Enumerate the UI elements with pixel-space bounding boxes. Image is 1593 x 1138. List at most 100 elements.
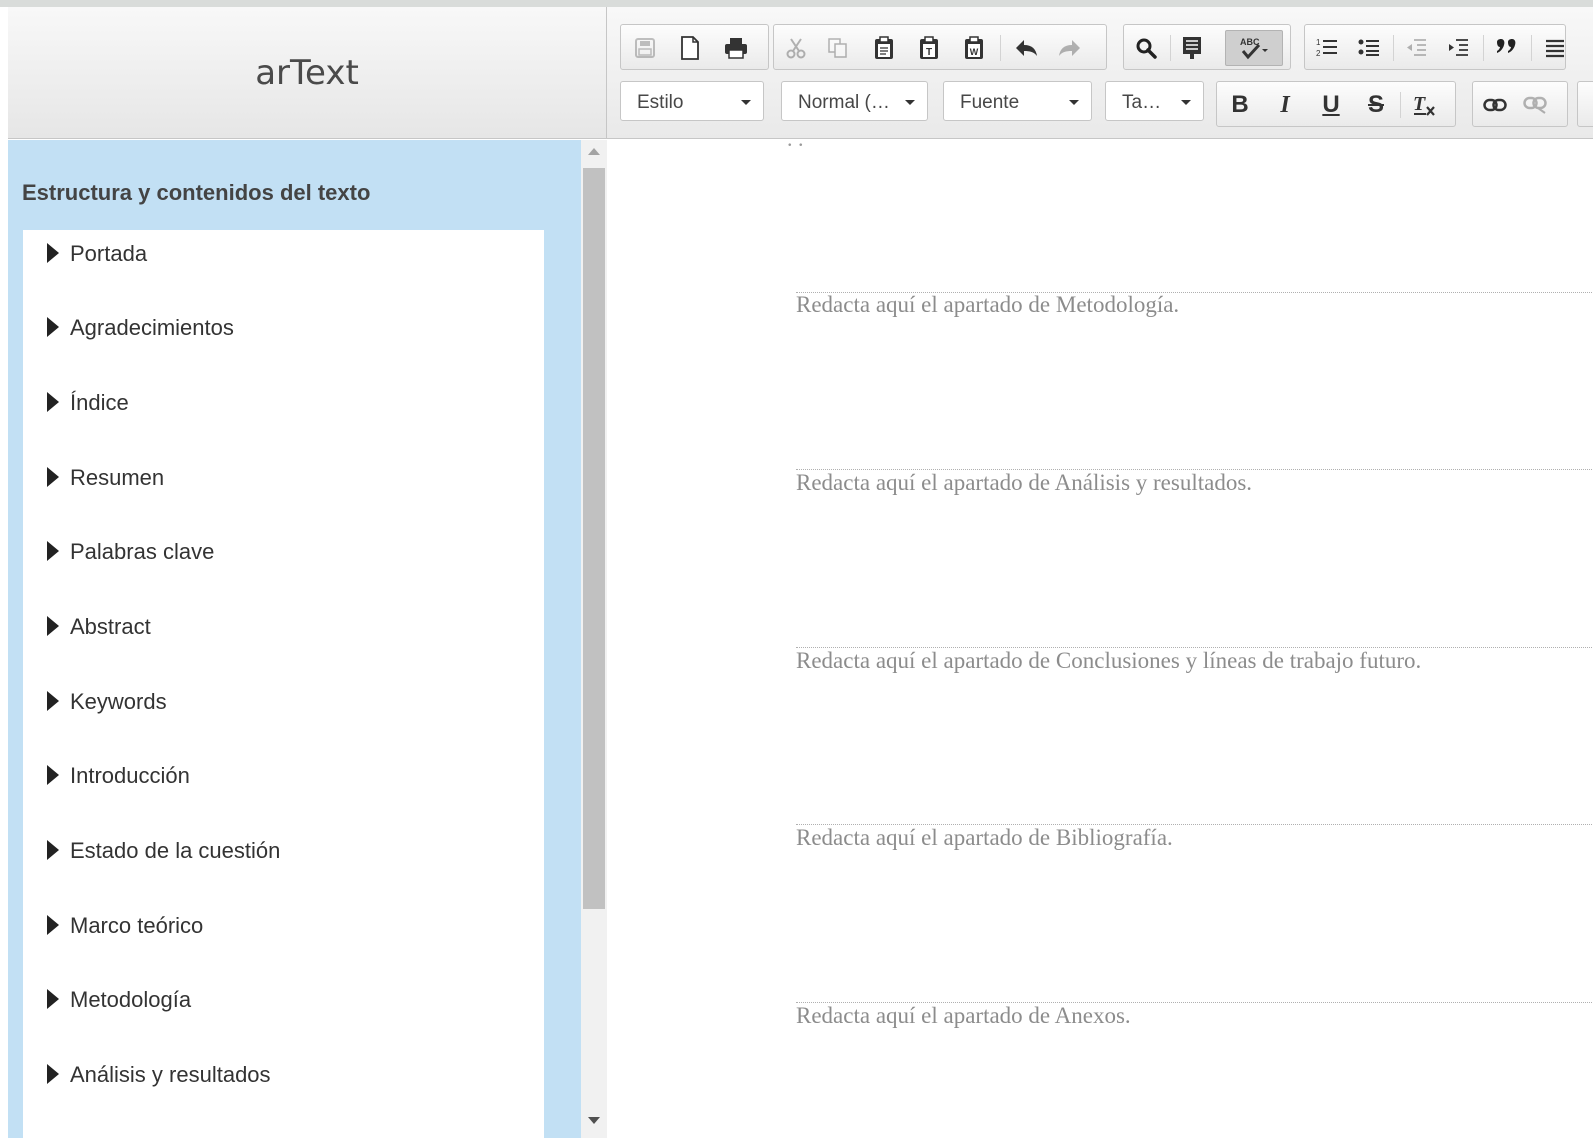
sidebar-item-metodologia[interactable]: Metodología: [23, 976, 544, 1026]
sidebar-item-label: Índice: [70, 390, 129, 415]
clipped-line: . .: [787, 140, 804, 152]
placeholder-bibliografia[interactable]: Redacta aquí el apartado de Bibliografía…: [796, 825, 1173, 851]
style-dropdown[interactable]: Estilo: [620, 81, 764, 121]
sidebar-item-analisis-resultados[interactable]: Análisis y resultados: [23, 1051, 544, 1101]
expand-triangle-icon: [47, 541, 59, 561]
toolbar-separator: [1000, 35, 1001, 61]
expand-triangle-icon: [47, 467, 59, 487]
sidebar-item-label: Marco teórico: [70, 913, 204, 938]
toolbar-group-document: [620, 24, 769, 70]
app-header: arText: [8, 7, 607, 139]
toolbar-group-clipboard: T W: [773, 24, 1107, 70]
format-dropdown-value: Normal (…: [798, 92, 890, 113]
italic-icon: I: [1280, 91, 1290, 118]
font-dropdown-value: Fuente: [960, 92, 1020, 113]
indent-icon[interactable]: [1444, 35, 1472, 61]
structure-sidebar: Estructura y contenidos del texto Portad…: [8, 140, 581, 1138]
style-dropdown-value: Estilo: [637, 92, 684, 113]
toolbar-separator: [1170, 35, 1171, 61]
sidebar-item-label: Agradecimientos: [70, 315, 234, 340]
paste-word-icon[interactable]: W: [960, 35, 988, 61]
toolbar-group-links: [1472, 81, 1568, 127]
sidebar-item-label: Abstract: [70, 614, 151, 639]
strikethrough-button[interactable]: S: [1362, 91, 1390, 118]
toolbar-separator: [1400, 92, 1401, 118]
chevron-down-icon: [905, 100, 915, 105]
format-dropdown[interactable]: Normal (…: [781, 81, 928, 121]
sidebar-item-label: Portada: [70, 241, 148, 266]
spellcheck-button[interactable]: ABC: [1225, 30, 1283, 66]
placeholder-anexos[interactable]: Redacta aquí el apartado de Anexos.: [796, 1003, 1131, 1029]
expand-triangle-icon: [47, 989, 59, 1009]
svg-text:T: T: [926, 47, 932, 58]
expand-triangle-icon: [47, 317, 59, 337]
sidebar-item-marco-teorico[interactable]: Marco teórico: [23, 902, 544, 952]
sidebar-item-abstract[interactable]: Abstract: [23, 603, 544, 653]
font-dropdown[interactable]: Fuente: [943, 81, 1092, 121]
sidebar-item-label: Keywords: [70, 689, 167, 714]
paste-icon[interactable]: [870, 35, 898, 61]
sidebar-item-label: Palabras clave: [70, 539, 215, 564]
unlink-icon[interactable]: [1521, 92, 1549, 118]
undo-icon[interactable]: [1012, 35, 1040, 61]
sidebar-item-portada[interactable]: Portada: [23, 230, 544, 280]
app-title: arText: [255, 52, 359, 93]
placeholder-conclusiones[interactable]: Redacta aquí el apartado de Conclusiones…: [796, 648, 1421, 674]
expand-triangle-icon: [47, 392, 59, 412]
save-icon[interactable]: [631, 35, 659, 61]
find-icon[interactable]: [1132, 35, 1160, 61]
scroll-thumb[interactable]: [583, 168, 605, 909]
remove-format-icon[interactable]: T: [1410, 92, 1438, 118]
outdent-icon[interactable]: [1402, 35, 1430, 61]
svg-text:T: T: [1413, 93, 1426, 115]
bulleted-list-icon[interactable]: [1355, 35, 1383, 61]
svg-text:1: 1: [1316, 38, 1321, 47]
sidebar-scrollbar[interactable]: [581, 140, 607, 1138]
blockquote-icon[interactable]: [1493, 35, 1521, 61]
placeholder-analisis[interactable]: Redacta aquí el apartado de Análisis y r…: [796, 470, 1252, 496]
sidebar-item-introduccion[interactable]: Introducción: [23, 752, 544, 802]
numbered-list-icon[interactable]: 12: [1313, 35, 1341, 61]
sidebar-item-palabras-clave[interactable]: Palabras clave: [23, 528, 544, 578]
expand-triangle-icon: [47, 691, 59, 711]
italic-button[interactable]: I: [1271, 92, 1299, 118]
link-icon[interactable]: [1481, 92, 1509, 118]
scroll-down-arrow-icon[interactable]: [588, 1117, 600, 1124]
paste-text-icon[interactable]: T: [915, 35, 943, 61]
redo-icon[interactable]: [1056, 35, 1084, 61]
sidebar-item-keywords[interactable]: Keywords: [23, 678, 544, 728]
sidebar-item-label: Metodología: [70, 987, 192, 1012]
sidebar-item-label: Análisis y resultados: [70, 1062, 271, 1087]
placeholder-metodologia[interactable]: Redacta aquí el apartado de Metodología.: [796, 292, 1179, 318]
scroll-up-arrow-icon[interactable]: [588, 148, 600, 155]
expand-triangle-icon: [47, 616, 59, 636]
align-icon[interactable]: [1541, 35, 1569, 61]
expand-triangle-icon: [47, 915, 59, 935]
svg-text:W: W: [970, 47, 979, 57]
editor-area[interactable]: . . Redacta aquí el apartado de Metodolo…: [607, 140, 1593, 1138]
sidebar-item-resumen[interactable]: Resumen: [23, 454, 544, 504]
sidebar-item-estado-cuestion[interactable]: Estado de la cuestión: [23, 827, 544, 877]
underline-icon: U: [1322, 91, 1340, 118]
strikethrough-icon: S: [1367, 91, 1384, 118]
sidebar-item-agradecimientos[interactable]: Agradecimientos: [23, 304, 544, 354]
sidebar-item-label: Estado de la cuestión: [70, 838, 281, 863]
copy-icon[interactable]: [824, 35, 852, 61]
sidebar-item-indice[interactable]: Índice: [23, 379, 544, 429]
svg-text:2: 2: [1316, 49, 1321, 58]
editor-toolbar: T W ABC 12 Estilo Normal (… Fuente Ta… B…: [607, 7, 1593, 139]
size-dropdown-value: Ta…: [1122, 92, 1162, 113]
select-all-icon[interactable]: [1178, 35, 1206, 61]
bold-button[interactable]: B: [1226, 91, 1254, 118]
size-dropdown[interactable]: Ta…: [1105, 81, 1204, 121]
expand-triangle-icon: [47, 1064, 59, 1084]
cut-icon[interactable]: [782, 35, 810, 61]
expand-triangle-icon: [47, 840, 59, 860]
toolbar-separator: [1531, 35, 1532, 61]
new-page-icon[interactable]: [676, 35, 704, 61]
print-icon[interactable]: [722, 35, 750, 61]
bold-icon: B: [1231, 91, 1249, 118]
sidebar-item-label: Introducción: [70, 763, 190, 788]
underline-button[interactable]: U: [1317, 91, 1345, 118]
toolbar-group-editing: ABC: [1123, 24, 1291, 70]
